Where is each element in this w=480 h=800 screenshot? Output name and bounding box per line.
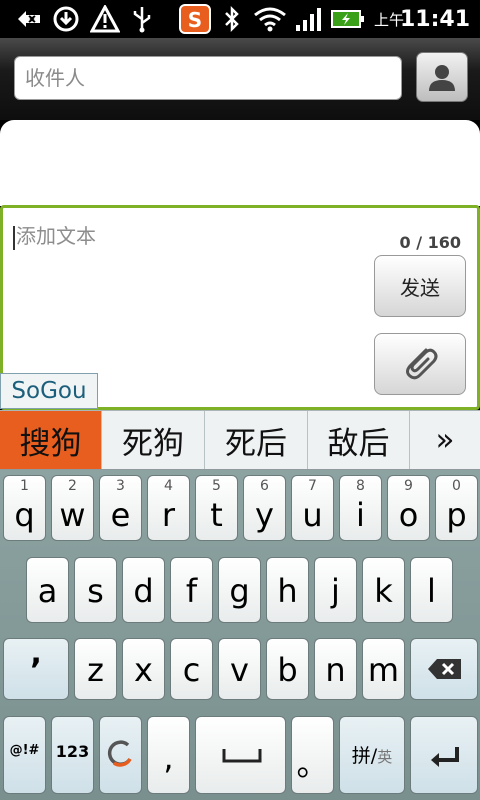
key-n[interactable]: n xyxy=(314,638,357,700)
numbers-key[interactable]: 123 xyxy=(51,716,94,794)
candidate-item[interactable]: 敌后 xyxy=(308,411,410,469)
key-x[interactable]: x xyxy=(122,638,165,700)
contact-picker-button[interactable] xyxy=(416,52,468,102)
period-key[interactable]: 。 xyxy=(291,716,334,794)
message-placeholder: 添加文本 xyxy=(16,224,96,248)
backspace-key[interactable] xyxy=(410,638,478,700)
key-h[interactable]: h xyxy=(266,557,309,623)
attach-button[interactable] xyxy=(374,333,466,395)
key-q[interactable]: 1q xyxy=(3,475,46,541)
key-m[interactable]: m xyxy=(362,638,405,700)
key-o[interactable]: 9o xyxy=(387,475,430,541)
key-s[interactable]: s xyxy=(74,557,117,623)
key-c[interactable]: c xyxy=(170,638,213,700)
key-z[interactable]: z xyxy=(74,638,117,700)
download-icon xyxy=(50,4,82,34)
recipient-input[interactable]: 收件人 xyxy=(14,56,402,100)
space-key[interactable] xyxy=(195,716,286,794)
candidate-bar: 搜狗 死狗 死后 敌后 » xyxy=(0,410,480,470)
backspace-icon xyxy=(428,659,461,679)
enter-icon xyxy=(431,747,459,767)
lang-pinyin: 拼 xyxy=(351,745,371,767)
wifi-icon xyxy=(252,4,288,34)
language-switch-key[interactable]: 拼/英 xyxy=(339,716,405,794)
text-cursor xyxy=(13,225,15,250)
key-e[interactable]: 3e xyxy=(99,475,142,541)
key-p[interactable]: 0p xyxy=(435,475,478,541)
key-g[interactable]: g xyxy=(218,557,261,623)
key-d[interactable]: d xyxy=(122,557,165,623)
svg-text:S: S xyxy=(188,8,202,32)
key-t[interactable]: 5t xyxy=(195,475,238,541)
message-thread-area xyxy=(0,120,480,206)
recipient-placeholder: 收件人 xyxy=(25,66,85,90)
key-y[interactable]: 6y xyxy=(243,475,286,541)
key-v[interactable]: v xyxy=(218,638,261,700)
key-b[interactable]: b xyxy=(266,638,309,700)
lang-english: 英 xyxy=(377,748,393,766)
key-w[interactable]: 2w xyxy=(51,475,94,541)
sogou-logo-icon xyxy=(107,740,132,767)
key-apostrophe[interactable]: ’ xyxy=(3,638,69,700)
sogou-settings-key[interactable] xyxy=(99,716,142,794)
warning-icon xyxy=(88,4,122,34)
key-u[interactable]: 7u xyxy=(291,475,334,541)
person-icon xyxy=(429,65,455,91)
comma-key[interactable]: , xyxy=(147,716,190,794)
sogou-app-icon: S xyxy=(178,4,212,34)
symbols-key[interactable]: @!# xyxy=(3,716,46,794)
key-f[interactable]: f xyxy=(170,557,213,623)
message-input[interactable]: 添加文本 xyxy=(13,220,96,250)
space-bar-icon xyxy=(222,749,262,763)
usb-icon xyxy=(128,4,156,34)
enter-key[interactable] xyxy=(410,716,478,794)
candidate-item[interactable]: 搜狗 xyxy=(0,411,102,469)
candidate-item[interactable]: 死后 xyxy=(205,411,308,469)
status-time: 11:41 xyxy=(399,6,470,32)
more-candidates-button[interactable]: » xyxy=(410,411,480,469)
recipient-bar: 收件人 xyxy=(0,38,480,120)
send-button[interactable]: 发送 xyxy=(374,255,466,317)
bluetooth-icon xyxy=(220,4,244,34)
key-k[interactable]: k xyxy=(362,557,405,623)
key-j[interactable]: j xyxy=(314,557,357,623)
key-r[interactable]: 4r xyxy=(147,475,190,541)
candidate-item[interactable]: 死狗 xyxy=(102,411,205,469)
key-a[interactable]: a xyxy=(26,557,69,623)
keyboard: 1q 2w 3e 4r 5t 6y 7u 8i 9o 0p a s d f g … xyxy=(0,470,480,800)
back-arrow-icon xyxy=(14,4,44,34)
key-l[interactable]: l xyxy=(410,557,453,623)
paperclip-icon xyxy=(406,348,438,380)
battery-charging-icon xyxy=(330,4,366,34)
ime-name-label: SoGou xyxy=(0,373,98,409)
status-bar: S 上午 11:41 xyxy=(0,0,480,38)
character-counter: 0 / 160 xyxy=(399,233,461,252)
signal-icon xyxy=(294,4,324,34)
key-i[interactable]: 8i xyxy=(339,475,382,541)
